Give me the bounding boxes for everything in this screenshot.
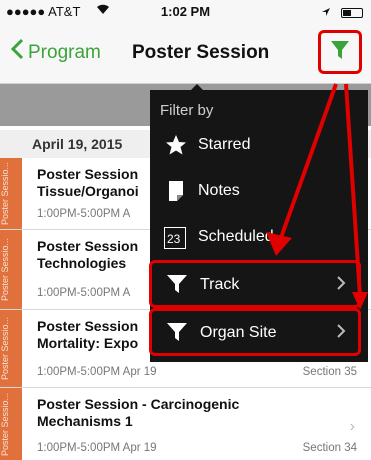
back-button[interactable]: Program xyxy=(28,42,101,64)
category-tab: Poster Sessio... xyxy=(0,158,22,229)
status-bar: ●●●●● AT&T 1:02 PM xyxy=(0,0,371,22)
session-time: 1:00PM-5:00PM Apr 19 xyxy=(37,366,157,378)
note-icon xyxy=(164,179,188,203)
battery-icon xyxy=(341,7,363,18)
clock: 1:02 PM xyxy=(160,4,211,19)
list-item[interactable]: Poster Sessio... Poster Session - Carcin… xyxy=(0,388,371,460)
filter-item-notes[interactable]: Notes xyxy=(150,170,368,214)
session-time: 1:00PM-5:00PM A xyxy=(37,208,131,220)
category-tab: Poster Sessio... xyxy=(0,388,22,460)
chevron-right-icon: › xyxy=(349,418,355,435)
category-tab: Poster Sessio... xyxy=(0,310,22,387)
session-time: 1:00PM-5:00PM A xyxy=(37,287,131,299)
page-title: Poster Session xyxy=(132,42,270,63)
status-right xyxy=(321,4,363,20)
calendar-icon: 23 xyxy=(164,227,186,249)
filter-item-organ-site[interactable]: Organ Site xyxy=(149,308,361,356)
filter-icon xyxy=(166,273,190,297)
filter-icon xyxy=(166,321,190,345)
filter-button[interactable] xyxy=(318,30,362,74)
filter-item-scheduled[interactable]: 23 Scheduled xyxy=(150,216,368,260)
session-time: 1:00PM-5:00PM Apr 19 xyxy=(37,442,157,454)
filter-menu: Filter by Starred Notes 23 Scheduled Tra… xyxy=(149,90,368,362)
chevron-right-icon xyxy=(337,324,346,343)
filter-item-track[interactable]: Track xyxy=(149,260,361,308)
session-section: Section 34 xyxy=(302,442,357,454)
filter-icon xyxy=(330,39,350,66)
chevron-right-icon xyxy=(337,276,346,295)
back-chevron-icon[interactable] xyxy=(10,38,24,64)
session-title: Poster Session - Carcinogenic Mechanisms… xyxy=(37,396,240,429)
session-section: Section 35 xyxy=(302,366,357,378)
category-tab: Poster Sessio... xyxy=(0,230,22,309)
filter-menu-header: Filter by xyxy=(160,102,214,119)
star-icon xyxy=(164,133,188,157)
filter-item-starred[interactable]: Starred xyxy=(150,124,368,168)
location-icon xyxy=(321,5,331,20)
navigation-bar: Program Poster Session xyxy=(0,22,371,84)
